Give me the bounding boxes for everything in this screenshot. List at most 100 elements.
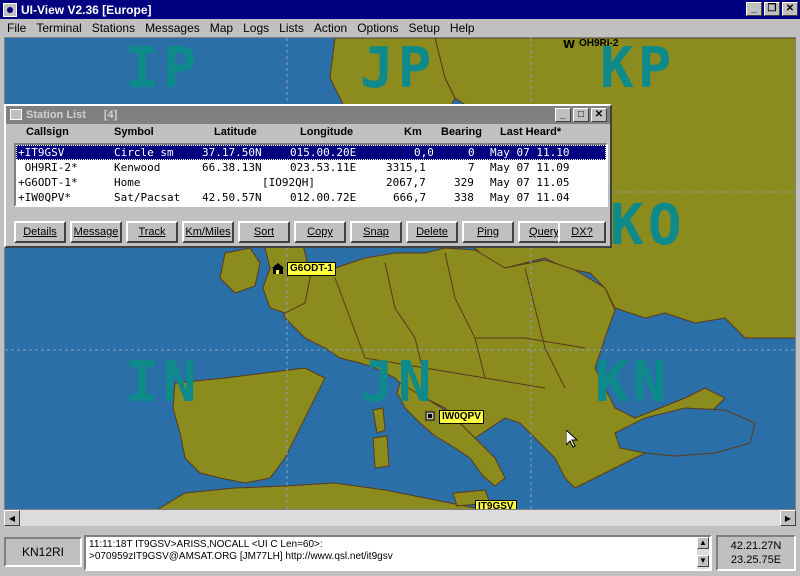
col-longitude[interactable]: Longitude <box>300 126 353 138</box>
cell-latitude: [IO92QH] <box>262 176 315 189</box>
col-symbol[interactable]: Symbol <box>114 126 154 138</box>
scroll-down-arrow-icon[interactable]: ▼ <box>697 555 709 567</box>
track-button[interactable]: Track <box>126 221 178 243</box>
message-button[interactable]: Message <box>70 221 122 243</box>
cell-longitude: 012.00.72E <box>290 191 357 204</box>
restore-button[interactable]: ❐ <box>764 2 780 16</box>
cell-bearing: 329 <box>454 176 474 189</box>
station-label-g6odt-1[interactable]: G6ODT-1 <box>287 262 336 276</box>
kenwood-icon[interactable]: W <box>563 38 577 50</box>
station-list-window[interactable]: Station List [4] _ □ ✕ Callsign Symbol L… <box>4 104 612 248</box>
map-horizontal-scrollbar[interactable]: ◀ ▶ <box>4 510 796 526</box>
close-button[interactable]: ✕ <box>782 2 798 16</box>
cell-last-heard: May 07 11.09 <box>490 161 570 174</box>
scroll-right-arrow-icon[interactable]: ▶ <box>780 510 796 526</box>
menu-stations[interactable]: Stations <box>87 21 140 35</box>
home-icon[interactable] <box>271 262 285 274</box>
cell-latitude: 42.50.57N <box>202 191 262 204</box>
cell-symbol: Circle sm <box>114 146 174 159</box>
col-callsign[interactable]: Callsign <box>26 126 69 138</box>
cell-symbol: Home <box>114 176 141 189</box>
message-line-2: >070959zIT9GSV@AMSAT.ORG [JM77LH] http:/… <box>89 551 393 562</box>
details-button[interactable]: Details <box>14 221 66 243</box>
table-row[interactable]: OH9RI-2* Kenwood 66.38.13N 023.53.11E 33… <box>16 160 606 175</box>
cursor-latitude: 42.21.27N <box>730 540 782 552</box>
message-log[interactable]: 11:11:18T IT9GSV>ARISS,NOCALL <UI C Len=… <box>84 535 712 571</box>
menu-messages[interactable]: Messages <box>140 21 205 35</box>
cell-latitude: 66.38.13N <box>202 161 262 174</box>
menu-map[interactable]: Map <box>205 21 238 35</box>
station-list-maximize-button[interactable]: □ <box>573 108 589 122</box>
menu-help[interactable]: Help <box>445 21 480 35</box>
grid-label-jp: JP <box>360 37 436 101</box>
cell-symbol: Kenwood <box>114 161 161 174</box>
scroll-left-arrow-icon[interactable]: ◀ <box>4 510 20 526</box>
km-miles-button[interactable]: Km/Miles <box>182 221 234 243</box>
cell-callsign: +G6ODT-1* <box>18 176 78 189</box>
station-list-title-bar[interactable]: Station List [4] _ □ ✕ <box>6 106 610 124</box>
status-bar: KN12RI 11:11:18T IT9GSV>ARISS,NOCALL <UI… <box>0 528 800 576</box>
station-label-it9gsv[interactable]: IT9GSV <box>475 500 517 509</box>
cell-km: 666,7 <box>393 191 427 204</box>
table-row[interactable]: +IW0QPV* Sat/Pacsat 42.50.57N 012.00.72E… <box>16 190 606 205</box>
station-list-close-button[interactable]: ✕ <box>591 108 607 122</box>
cell-callsign: OH9RI-2* <box>18 161 78 174</box>
satellite-icon[interactable] <box>423 410 437 422</box>
cell-callsign: +IW0QPV* <box>18 191 71 204</box>
station-list-title: Station List <box>26 109 86 121</box>
menu-action[interactable]: Action <box>309 21 352 35</box>
svg-text:W: W <box>563 38 575 50</box>
cell-km: 3315,1 <box>386 161 426 174</box>
station-list-minimize-button[interactable]: _ <box>555 108 571 122</box>
cell-longitude: 015.00.20E <box>290 146 357 159</box>
station-list-header: Callsign Symbol Latitude Longitude Km Be… <box>6 124 610 140</box>
scroll-track[interactable] <box>20 510 780 526</box>
dx-button[interactable]: DX? <box>558 221 606 243</box>
window-title: UI-View V2.36 [Europe] <box>21 2 152 17</box>
menu-logs[interactable]: Logs <box>238 21 274 35</box>
cell-callsign: +IT9GSV <box>18 146 65 159</box>
menu-lists[interactable]: Lists <box>274 21 309 35</box>
grid-label-ko: KO <box>610 193 686 258</box>
message-vertical-scrollbar[interactable]: ▲ ▼ <box>697 537 709 569</box>
locator-display: KN12RI <box>4 537 82 567</box>
cell-last-heard: May 07 11.10 <box>490 146 570 159</box>
menu-terminal[interactable]: Terminal <box>31 21 86 35</box>
snap-button[interactable]: Snap <box>350 221 402 243</box>
cell-km: 2067,7 <box>386 176 426 189</box>
app-icon[interactable] <box>3 2 17 17</box>
cell-km: 0,0 <box>414 146 434 159</box>
cell-last-heard: May 07 11.05 <box>490 176 570 189</box>
menu-options[interactable]: Options <box>352 21 403 35</box>
menu-bar: File Terminal Stations Messages Map Logs… <box>0 19 800 37</box>
station-list-icon[interactable] <box>10 109 22 120</box>
delete-button[interactable]: Delete <box>406 221 458 243</box>
col-bearing[interactable]: Bearing <box>441 126 482 138</box>
station-label-iw0qpv[interactable]: IW0QPV <box>439 410 484 424</box>
message-line-1: 11:11:18T IT9GSV>ARISS,NOCALL <UI C Len=… <box>89 539 323 550</box>
mouse-pointer-icon <box>566 430 578 448</box>
col-latitude[interactable]: Latitude <box>214 126 257 138</box>
scroll-up-arrow-icon[interactable]: ▲ <box>697 537 709 549</box>
title-bar: UI-View V2.36 [Europe] _ ❐ ✕ <box>0 0 800 19</box>
cell-bearing: 7 <box>468 161 475 174</box>
table-row[interactable]: +G6ODT-1* Home [IO92QH] 2067,7 329 May 0… <box>16 175 606 190</box>
grid-label-ip: IP <box>125 37 201 101</box>
cell-latitude: 37.17.50N <box>202 146 262 159</box>
station-table[interactable]: +IT9GSV Circle sm 37.17.50N 015.00.20E 0… <box>14 143 608 207</box>
menu-setup[interactable]: Setup <box>404 21 445 35</box>
cell-longitude: 023.53.11E <box>290 161 357 174</box>
ping-button[interactable]: Ping <box>462 221 514 243</box>
col-last-heard[interactable]: Last Heard* <box>500 126 561 138</box>
coordinates-display: 42.21.27N 23.25.75E <box>716 535 796 571</box>
station-count: [4] <box>103 109 118 121</box>
copy-button[interactable]: Copy <box>294 221 346 243</box>
table-row[interactable]: +IT9GSV Circle sm 37.17.50N 015.00.20E 0… <box>16 145 606 160</box>
grid-label-kn: KN <box>595 350 671 415</box>
station-label-oh9ri-2[interactable]: OH9RI-2 <box>577 38 620 50</box>
cell-last-heard: May 07 11.04 <box>490 191 570 204</box>
minimize-button[interactable]: _ <box>746 2 762 16</box>
menu-file[interactable]: File <box>2 21 31 35</box>
sort-button[interactable]: Sort <box>238 221 290 243</box>
col-km[interactable]: Km <box>404 126 422 138</box>
